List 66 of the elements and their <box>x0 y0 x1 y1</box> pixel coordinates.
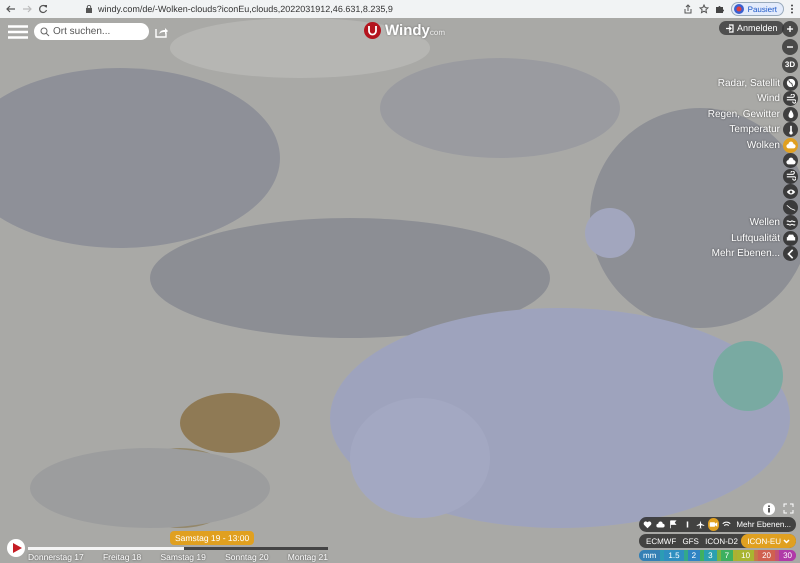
legend-value: 1.5 <box>664 550 684 561</box>
legend-value: 10 <box>737 550 754 561</box>
signal-icon <box>722 520 732 529</box>
overlay-button[interactable] <box>708 518 720 531</box>
more-icon[interactable] <box>790 4 794 14</box>
back-icon[interactable] <box>6 4 16 14</box>
layer-label[interactable]: Temperatur <box>729 124 780 136</box>
legend-value: 2 <box>688 550 700 561</box>
url-text: windy.com/de/-Wolken-clouds?iconEu,clouds,2022031912,46.631,8.235,9 <box>98 4 393 14</box>
line-icon <box>786 202 796 212</box>
star-icon[interactable] <box>698 4 709 14</box>
info-icon[interactable] <box>763 503 775 515</box>
day-label[interactable]: Montag 21 <box>288 552 328 562</box>
drop-icon <box>786 109 796 120</box>
login-icon <box>725 24 734 32</box>
legend-value: 3 <box>704 550 717 561</box>
time-tooltip: Samstag 19 - 13:00 <box>170 531 254 545</box>
legend-value: 7 <box>720 550 734 561</box>
model-tab[interactable]: GFS <box>679 534 702 548</box>
caret-icon <box>783 538 790 544</box>
layer-label[interactable]: Radar, Satellit <box>718 78 780 89</box>
reload-icon[interactable] <box>38 4 48 14</box>
chevron-icon <box>786 248 796 259</box>
plane-icon <box>696 520 705 529</box>
wind-icon <box>786 171 796 182</box>
model-tab[interactable]: ICON-D2 <box>702 534 741 548</box>
wind-icon <box>786 94 796 104</box>
layer-label[interactable]: Wolken <box>746 140 780 151</box>
layer-label[interactable]: Mehr Ebenen... <box>712 248 780 260</box>
layer-label[interactable]: Regen, Gewitter <box>708 108 780 120</box>
share-icon[interactable] <box>682 4 693 14</box>
flag-icon <box>669 520 678 529</box>
lock-icon <box>86 5 92 13</box>
search-icon <box>40 27 50 37</box>
cloud-icon <box>786 140 796 150</box>
layer-label[interactable]: Luftqualität <box>731 232 780 244</box>
day-label[interactable]: Donnerstag 17 <box>28 552 84 562</box>
day-label[interactable]: Samstag 19 <box>160 552 206 562</box>
layer-label[interactable]: Wellen <box>750 217 780 228</box>
login-button[interactable]: Anmelden <box>719 21 784 35</box>
avatar-icon <box>734 4 744 14</box>
search-field[interactable]: Ort suchen... <box>34 23 149 40</box>
layer-label[interactable]: Wind <box>757 93 780 104</box>
cloud-icon <box>656 520 666 529</box>
logo-text: Windycom <box>385 22 445 39</box>
play-icon <box>12 543 22 553</box>
model-tab[interactable]: ECMWF <box>643 534 680 548</box>
cloud-icon <box>786 156 796 166</box>
profile-button[interactable]: Pausiert <box>730 2 784 16</box>
more-layers-button[interactable]: Mehr Ebenen... <box>734 520 794 529</box>
address-bar[interactable]: windy.com/de/-Wolken-clouds?iconEu,clouds,2022031912,46.631,8.235,9 <box>54 4 677 14</box>
puzzle-icon[interactable] <box>714 4 725 14</box>
legend-unit: mm <box>639 550 660 561</box>
timeline-track[interactable] <box>28 547 328 550</box>
day-label[interactable]: Freitag 18 <box>102 552 142 562</box>
camera-icon <box>709 520 718 529</box>
globe-icon <box>786 78 796 88</box>
legend-value: 30 <box>779 550 796 561</box>
waves-icon <box>786 218 796 228</box>
model-tab[interactable]: ICON-EU <box>741 534 796 548</box>
heart-icon <box>643 520 652 529</box>
day-label[interactable]: Sonntag 20 <box>225 552 269 562</box>
legend-value: 20 <box>758 550 775 561</box>
eye-icon <box>786 186 796 197</box>
car-icon <box>786 233 796 244</box>
logo-icon <box>364 22 381 39</box>
